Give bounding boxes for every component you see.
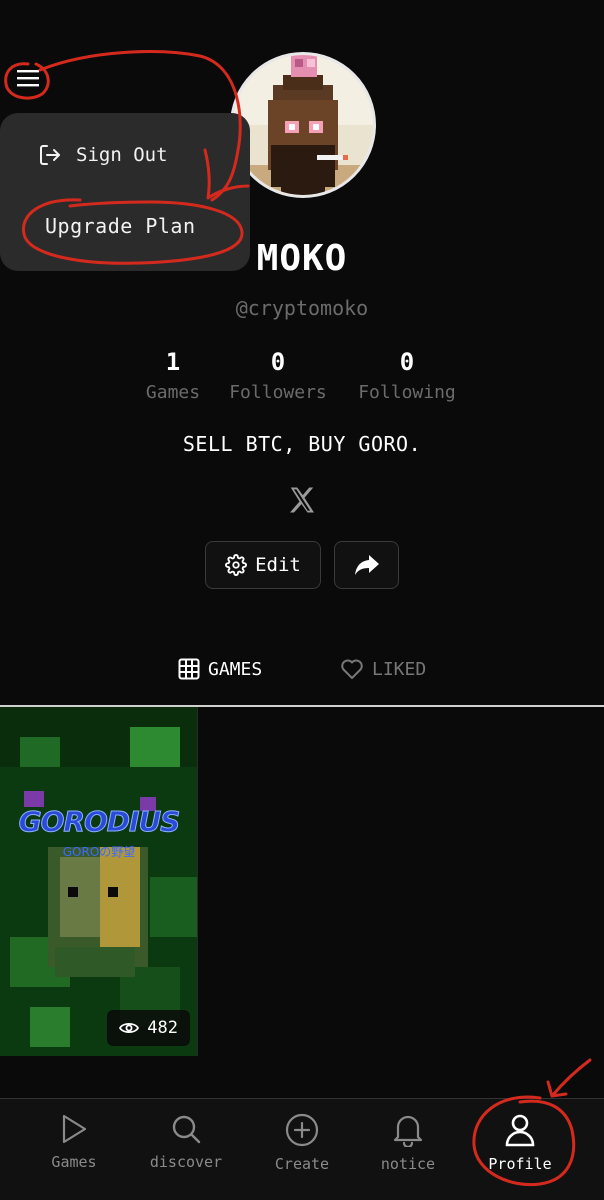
user-icon [505,1114,535,1147]
plus-circle-icon [285,1113,319,1147]
tab-liked[interactable]: LIKED [340,658,426,680]
game-card[interactable]: GORODIUS GOROの野望 482 [0,707,198,1056]
avatar [230,52,376,198]
game-subtitle: GOROの野望 [62,845,136,859]
nav-create[interactable]: Create [247,1113,357,1173]
upgrade-plan-label: Upgrade Plan [45,214,196,238]
menu-button[interactable] [12,62,44,94]
view-count: 482 [147,1018,178,1038]
nav-create-label: Create [274,1155,330,1173]
nav-discover[interactable]: discover [131,1113,241,1171]
profile-handle: @cryptomoko [235,296,369,320]
tab-games[interactable]: GAMES [178,658,262,680]
tab-liked-label: LIKED [372,658,427,680]
stat-following-label: Following [358,382,456,403]
stat-following[interactable]: 0 Following [350,348,464,403]
nav-discover-label: discover [149,1153,223,1171]
x-logo-icon[interactable] [287,485,317,515]
upgrade-plan-menu-item[interactable]: Upgrade Plan [45,214,196,238]
stat-games-value: 1 [165,348,181,376]
nav-games-label: Games [51,1153,97,1171]
search-icon [172,1115,201,1144]
stat-following-value: 0 [399,348,415,376]
nav-games[interactable]: Games [19,1113,129,1171]
stat-followers-value: 0 [270,348,286,376]
game-thumbnail [0,707,197,1056]
sign-out-menu-item[interactable]: Sign Out [38,143,168,167]
share-icon [354,555,379,575]
view-count-badge: 482 [107,1010,190,1046]
sign-out-label: Sign Out [76,144,168,166]
nav-profile-label: Profile [488,1155,552,1173]
profile-bio: SELL BTC, BUY GORO. [182,432,422,456]
hamburger-icon [17,70,39,87]
nav-profile[interactable]: Profile [465,1113,575,1173]
stat-games-label: Games [145,382,201,403]
tab-games-label: GAMES [208,658,263,680]
bell-icon [393,1115,423,1147]
pixel-avatar-image [233,55,373,195]
stat-followers[interactable]: 0 Followers [222,348,334,403]
grid-icon [178,658,200,680]
eye-icon [119,1022,140,1034]
stat-followers-label: Followers [229,382,327,403]
bottom-nav: Games discover Create notice Profile [0,1098,604,1200]
sign-out-icon [40,145,60,165]
edit-label: Edit [255,554,301,576]
game-title: GORODIUS [18,805,181,839]
stat-games[interactable]: 1 Games [140,348,206,403]
nav-notice[interactable]: notice [353,1113,463,1173]
annotation-arrow-profile [550,1058,592,1098]
nav-notice-label: notice [380,1155,436,1173]
heart-icon [341,659,363,679]
profile-name: MOKO [256,238,348,279]
edit-profile-button[interactable]: Edit [205,541,321,589]
share-button[interactable] [334,541,399,589]
play-icon [62,1114,87,1144]
gear-icon [225,554,248,576]
